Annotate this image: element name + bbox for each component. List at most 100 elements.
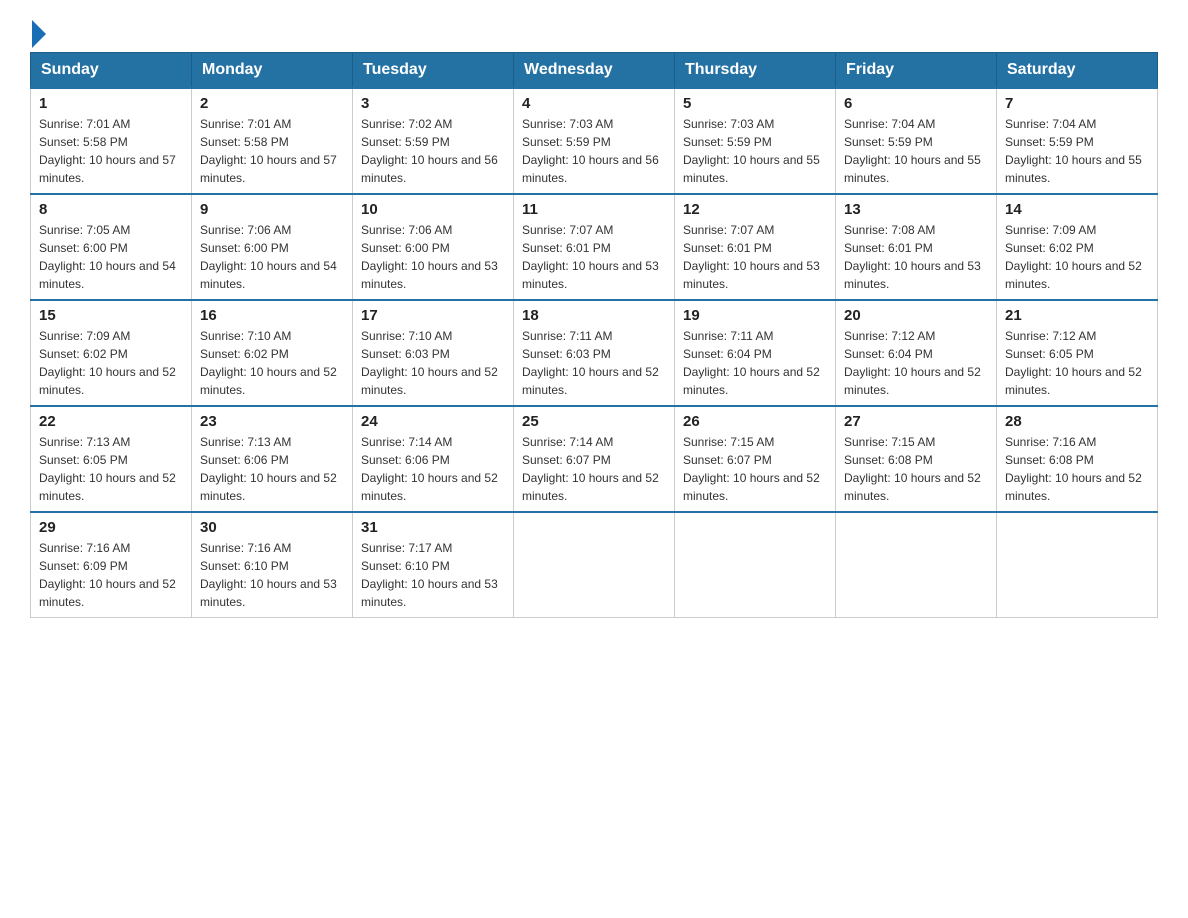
day-info: Sunrise: 7:11 AMSunset: 6:03 PMDaylight:… [522, 327, 666, 399]
calendar-cell: 1 Sunrise: 7:01 AMSunset: 5:58 PMDaylight… [31, 88, 192, 194]
calendar-cell: 16Sunrise: 7:10 AMSunset: 6:02 PMDayligh… [192, 300, 353, 406]
day-info: Sunrise: 7:06 AMSunset: 6:00 PMDaylight:… [361, 221, 505, 293]
day-info: Sunrise: 7:13 AMSunset: 6:05 PMDaylight:… [39, 433, 183, 505]
calendar-week-row: 8 Sunrise: 7:05 AMSunset: 6:00 PMDaylight… [31, 194, 1158, 300]
day-number: 30 [200, 519, 344, 536]
weekday-header-friday: Friday [836, 53, 997, 89]
calendar-cell: 19 Sunrise: 7:11 AMSunset: 6:04 PMDayligh… [675, 300, 836, 406]
day-info: Sunrise: 7:05 AMSunset: 6:00 PMDaylight:… [39, 221, 183, 293]
day-info: Sunrise: 7:09 AMSunset: 6:02 PMDaylight:… [1005, 221, 1149, 293]
day-number: 25 [522, 413, 666, 430]
calendar-cell: 25Sunrise: 7:14 AMSunset: 6:07 PMDayligh… [514, 406, 675, 512]
day-info: Sunrise: 7:16 AMSunset: 6:08 PMDaylight:… [1005, 433, 1149, 505]
day-number: 12 [683, 201, 827, 218]
calendar-cell [836, 512, 997, 618]
day-info: Sunrise: 7:04 AMSunset: 5:59 PMDaylight:… [1005, 115, 1149, 187]
day-info: Sunrise: 7:12 AMSunset: 6:05 PMDaylight:… [1005, 327, 1149, 399]
day-info: Sunrise: 7:13 AMSunset: 6:06 PMDaylight:… [200, 433, 344, 505]
calendar-cell: 23Sunrise: 7:13 AMSunset: 6:06 PMDayligh… [192, 406, 353, 512]
logo [30, 20, 46, 42]
calendar-cell: 9 Sunrise: 7:06 AMSunset: 6:00 PMDaylight… [192, 194, 353, 300]
calendar-cell: 11 Sunrise: 7:07 AMSunset: 6:01 PMDayligh… [514, 194, 675, 300]
day-number: 9 [200, 201, 344, 218]
day-number: 21 [1005, 307, 1149, 324]
day-number: 18 [522, 307, 666, 324]
calendar-week-row: 15Sunrise: 7:09 AMSunset: 6:02 PMDayligh… [31, 300, 1158, 406]
day-info: Sunrise: 7:06 AMSunset: 6:00 PMDaylight:… [200, 221, 344, 293]
day-info: Sunrise: 7:15 AMSunset: 6:08 PMDaylight:… [844, 433, 988, 505]
day-info: Sunrise: 7:03 AMSunset: 5:59 PMDaylight:… [683, 115, 827, 187]
day-number: 6 [844, 95, 988, 112]
calendar-week-row: 29 Sunrise: 7:16 AMSunset: 6:09 PMDayligh… [31, 512, 1158, 618]
calendar-cell: 28 Sunrise: 7:16 AMSunset: 6:08 PMDayligh… [997, 406, 1158, 512]
day-info: Sunrise: 7:15 AMSunset: 6:07 PMDaylight:… [683, 433, 827, 505]
day-number: 1 [39, 95, 183, 112]
day-number: 22 [39, 413, 183, 430]
weekday-header-wednesday: Wednesday [514, 53, 675, 89]
day-number: 20 [844, 307, 988, 324]
day-number: 7 [1005, 95, 1149, 112]
calendar-cell: 22 Sunrise: 7:13 AMSunset: 6:05 PMDayligh… [31, 406, 192, 512]
calendar-cell: 30 Sunrise: 7:16 AMSunset: 6:10 PMDayligh… [192, 512, 353, 618]
day-number: 5 [683, 95, 827, 112]
day-number: 29 [39, 519, 183, 536]
calendar-cell [997, 512, 1158, 618]
calendar-cell: 26 Sunrise: 7:15 AMSunset: 6:07 PMDayligh… [675, 406, 836, 512]
calendar-cell: 10 Sunrise: 7:06 AMSunset: 6:00 PMDayligh… [353, 194, 514, 300]
day-info: Sunrise: 7:08 AMSunset: 6:01 PMDaylight:… [844, 221, 988, 293]
day-number: 17 [361, 307, 505, 324]
day-info: Sunrise: 7:01 AMSunset: 5:58 PMDaylight:… [39, 115, 183, 187]
calendar-cell: 20 Sunrise: 7:12 AMSunset: 6:04 PMDayligh… [836, 300, 997, 406]
calendar-cell: 14 Sunrise: 7:09 AMSunset: 6:02 PMDayligh… [997, 194, 1158, 300]
day-info: Sunrise: 7:09 AMSunset: 6:02 PMDaylight:… [39, 327, 183, 399]
calendar-week-row: 1 Sunrise: 7:01 AMSunset: 5:58 PMDaylight… [31, 88, 1158, 194]
day-info: Sunrise: 7:11 AMSunset: 6:04 PMDaylight:… [683, 327, 827, 399]
day-number: 8 [39, 201, 183, 218]
calendar-cell: 2 Sunrise: 7:01 AMSunset: 5:58 PMDaylight… [192, 88, 353, 194]
day-info: Sunrise: 7:01 AMSunset: 5:58 PMDaylight:… [200, 115, 344, 187]
calendar-cell: 3 Sunrise: 7:02 AMSunset: 5:59 PMDaylight… [353, 88, 514, 194]
calendar-cell: 27Sunrise: 7:15 AMSunset: 6:08 PMDayligh… [836, 406, 997, 512]
calendar-cell: 18 Sunrise: 7:11 AMSunset: 6:03 PMDayligh… [514, 300, 675, 406]
day-info: Sunrise: 7:14 AMSunset: 6:06 PMDaylight:… [361, 433, 505, 505]
weekday-header-saturday: Saturday [997, 53, 1158, 89]
day-number: 13 [844, 201, 988, 218]
day-info: Sunrise: 7:17 AMSunset: 6:10 PMDaylight:… [361, 539, 505, 611]
day-info: Sunrise: 7:16 AMSunset: 6:09 PMDaylight:… [39, 539, 183, 611]
day-number: 4 [522, 95, 666, 112]
calendar-cell: 17 Sunrise: 7:10 AMSunset: 6:03 PMDayligh… [353, 300, 514, 406]
page-header [30, 20, 1158, 42]
day-info: Sunrise: 7:10 AMSunset: 6:03 PMDaylight:… [361, 327, 505, 399]
day-info: Sunrise: 7:16 AMSunset: 6:10 PMDaylight:… [200, 539, 344, 611]
calendar-cell: 15Sunrise: 7:09 AMSunset: 6:02 PMDayligh… [31, 300, 192, 406]
day-number: 3 [361, 95, 505, 112]
calendar-cell: 8 Sunrise: 7:05 AMSunset: 6:00 PMDaylight… [31, 194, 192, 300]
calendar-cell: 6Sunrise: 7:04 AMSunset: 5:59 PMDaylight… [836, 88, 997, 194]
day-number: 2 [200, 95, 344, 112]
weekday-header-tuesday: Tuesday [353, 53, 514, 89]
day-number: 28 [1005, 413, 1149, 430]
day-number: 24 [361, 413, 505, 430]
calendar-cell: 29 Sunrise: 7:16 AMSunset: 6:09 PMDayligh… [31, 512, 192, 618]
weekday-header-monday: Monday [192, 53, 353, 89]
day-number: 26 [683, 413, 827, 430]
day-info: Sunrise: 7:07 AMSunset: 6:01 PMDaylight:… [522, 221, 666, 293]
calendar-cell: 31Sunrise: 7:17 AMSunset: 6:10 PMDayligh… [353, 512, 514, 618]
calendar-cell: 13 Sunrise: 7:08 AMSunset: 6:01 PMDayligh… [836, 194, 997, 300]
calendar-cell: 24 Sunrise: 7:14 AMSunset: 6:06 PMDayligh… [353, 406, 514, 512]
day-number: 14 [1005, 201, 1149, 218]
logo-arrow-icon [32, 20, 46, 48]
weekday-header-sunday: Sunday [31, 53, 192, 89]
day-info: Sunrise: 7:03 AMSunset: 5:59 PMDaylight:… [522, 115, 666, 187]
day-info: Sunrise: 7:02 AMSunset: 5:59 PMDaylight:… [361, 115, 505, 187]
calendar-header-row: SundayMondayTuesdayWednesdayThursdayFrid… [31, 53, 1158, 89]
calendar-cell: 7 Sunrise: 7:04 AMSunset: 5:59 PMDaylight… [997, 88, 1158, 194]
day-info: Sunrise: 7:12 AMSunset: 6:04 PMDaylight:… [844, 327, 988, 399]
day-number: 11 [522, 201, 666, 218]
day-number: 10 [361, 201, 505, 218]
calendar-cell [514, 512, 675, 618]
day-info: Sunrise: 7:07 AMSunset: 6:01 PMDaylight:… [683, 221, 827, 293]
day-number: 19 [683, 307, 827, 324]
day-info: Sunrise: 7:10 AMSunset: 6:02 PMDaylight:… [200, 327, 344, 399]
calendar-cell: 4 Sunrise: 7:03 AMSunset: 5:59 PMDaylight… [514, 88, 675, 194]
